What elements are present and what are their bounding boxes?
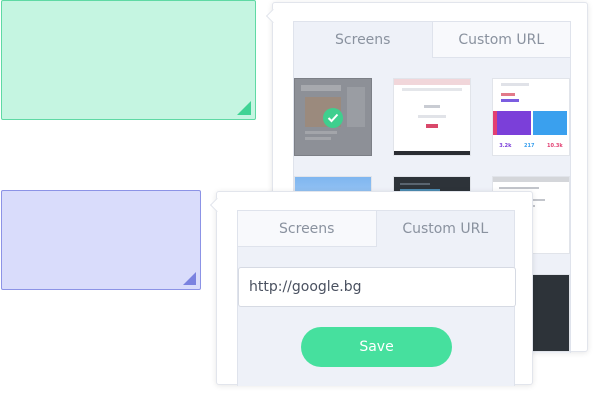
save-button[interactable]: Save — [301, 327, 452, 367]
blue-card[interactable] — [1, 190, 201, 290]
thumb-line — [499, 187, 539, 189]
stat-value: 10.3k — [547, 143, 563, 149]
resize-corner-icon[interactable] — [183, 272, 196, 285]
thumb-button — [426, 124, 438, 128]
popover-arrow — [209, 197, 225, 213]
popover-panel: Screens Custom URL Save — [237, 210, 516, 386]
check-icon — [323, 108, 343, 128]
thumb-header — [493, 177, 569, 182]
thumb-line — [305, 137, 331, 140]
tab-custom-url[interactable]: Custom URL — [376, 211, 514, 247]
stat-value: 3.2k — [499, 143, 512, 149]
thumb-line — [424, 105, 440, 108]
thumb-footer — [394, 151, 470, 155]
url-input[interactable] — [238, 267, 516, 307]
resize-corner-icon[interactable] — [237, 101, 251, 115]
screen-thumbnail[interactable] — [294, 78, 372, 156]
tab-screens[interactable]: Screens — [294, 22, 432, 58]
stat-value: 217 — [524, 143, 535, 149]
tab-screens[interactable]: Screens — [238, 211, 377, 247]
thumb-edge — [493, 111, 497, 135]
thumb-line — [402, 88, 462, 91]
thumb-tile — [497, 111, 531, 135]
thumb-line — [501, 83, 529, 86]
thumb-header — [394, 79, 470, 85]
thumb-line — [418, 115, 446, 118]
tab-bar: Screens Custom URL — [238, 211, 514, 247]
custom-url-popover: Screens Custom URL Save — [209, 191, 533, 386]
thumb-stats: 3.2k 217 10.3k — [493, 143, 569, 149]
thumb-line — [305, 131, 337, 134]
tab-custom-url[interactable]: Custom URL — [431, 22, 570, 58]
screen-thumbnail[interactable] — [393, 78, 471, 156]
thumb-tile — [533, 111, 567, 135]
thumb-line — [501, 99, 519, 102]
popover-arrow — [265, 8, 281, 24]
thumb-sidebar — [347, 87, 365, 127]
green-card[interactable] — [1, 0, 256, 120]
thumb-line — [400, 183, 430, 185]
thumb-line — [501, 93, 515, 96]
tab-bar: Screens Custom URL — [294, 22, 570, 58]
screen-thumbnail[interactable]: 3.2k 217 10.3k — [492, 78, 570, 156]
thumb-header — [301, 85, 341, 91]
